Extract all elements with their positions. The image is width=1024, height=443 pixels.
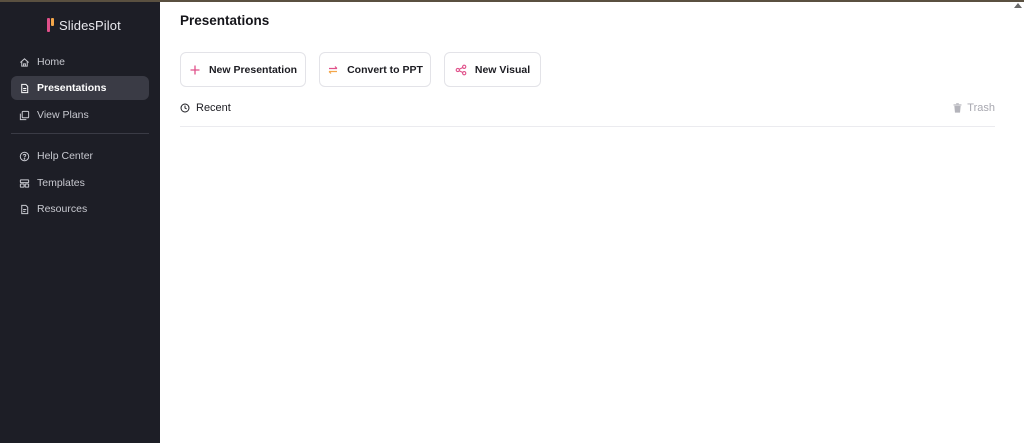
plus-icon <box>190 65 200 74</box>
clock-icon <box>180 103 190 113</box>
sidebar-item-view-plans[interactable]: View Plans <box>11 103 149 127</box>
sidebar-item-label: Templates <box>37 177 85 189</box>
sidebar-item-help-center[interactable]: Help Center <box>11 144 149 168</box>
templates-icon <box>19 178 30 188</box>
button-label: New Visual <box>474 63 531 76</box>
page-title: Presentations <box>180 13 270 28</box>
recent-header: Recent Trash <box>180 100 995 116</box>
resources-icon <box>21 204 29 214</box>
sidebar-item-label: View Plans <box>37 109 89 121</box>
recent-tab[interactable]: Recent <box>180 102 231 114</box>
trash-icon <box>953 103 962 113</box>
convert-to-ppt-button[interactable]: Convert to PPT <box>319 52 431 87</box>
recent-label: Recent <box>196 102 231 114</box>
slidespilot-logo-icon <box>47 18 54 32</box>
trash-button[interactable]: Trash <box>953 102 995 114</box>
brand[interactable]: SlidesPilot <box>47 16 121 34</box>
recent-divider <box>180 126 995 127</box>
sidebar-item-label: Home <box>37 56 66 68</box>
new-presentation-button[interactable]: New Presentation <box>180 52 306 87</box>
button-label: Convert to PPT <box>347 63 423 76</box>
sidebar-item-templates[interactable]: Templates <box>11 171 149 195</box>
document-icon <box>21 83 29 93</box>
sidebar-divider <box>11 133 149 134</box>
sidebar-item-label: Resources <box>37 203 88 215</box>
brand-name: SlidesPilot <box>59 17 121 33</box>
help-circle-icon <box>19 151 30 161</box>
convert-arrows-icon <box>328 65 338 74</box>
sidebar-item-label: Presentations <box>37 82 107 94</box>
sidebar-item-home[interactable]: Home <box>11 50 149 74</box>
trash-label: Trash <box>967 102 995 114</box>
sidebar-item-label: Help Center <box>37 150 94 162</box>
home-icon <box>20 57 29 67</box>
share-nodes-icon <box>455 64 467 75</box>
scroll-up-arrow-icon[interactable] <box>1014 3 1022 8</box>
new-visual-button[interactable]: New Visual <box>444 52 541 87</box>
button-label: New Presentation <box>208 63 298 76</box>
sidebar-item-presentations[interactable]: Presentations <box>11 76 149 100</box>
plans-icon <box>19 110 30 120</box>
sidebar-item-resources[interactable]: Resources <box>11 197 149 221</box>
sidebar: SlidesPilot Home Presentations View Plan… <box>0 2 160 443</box>
